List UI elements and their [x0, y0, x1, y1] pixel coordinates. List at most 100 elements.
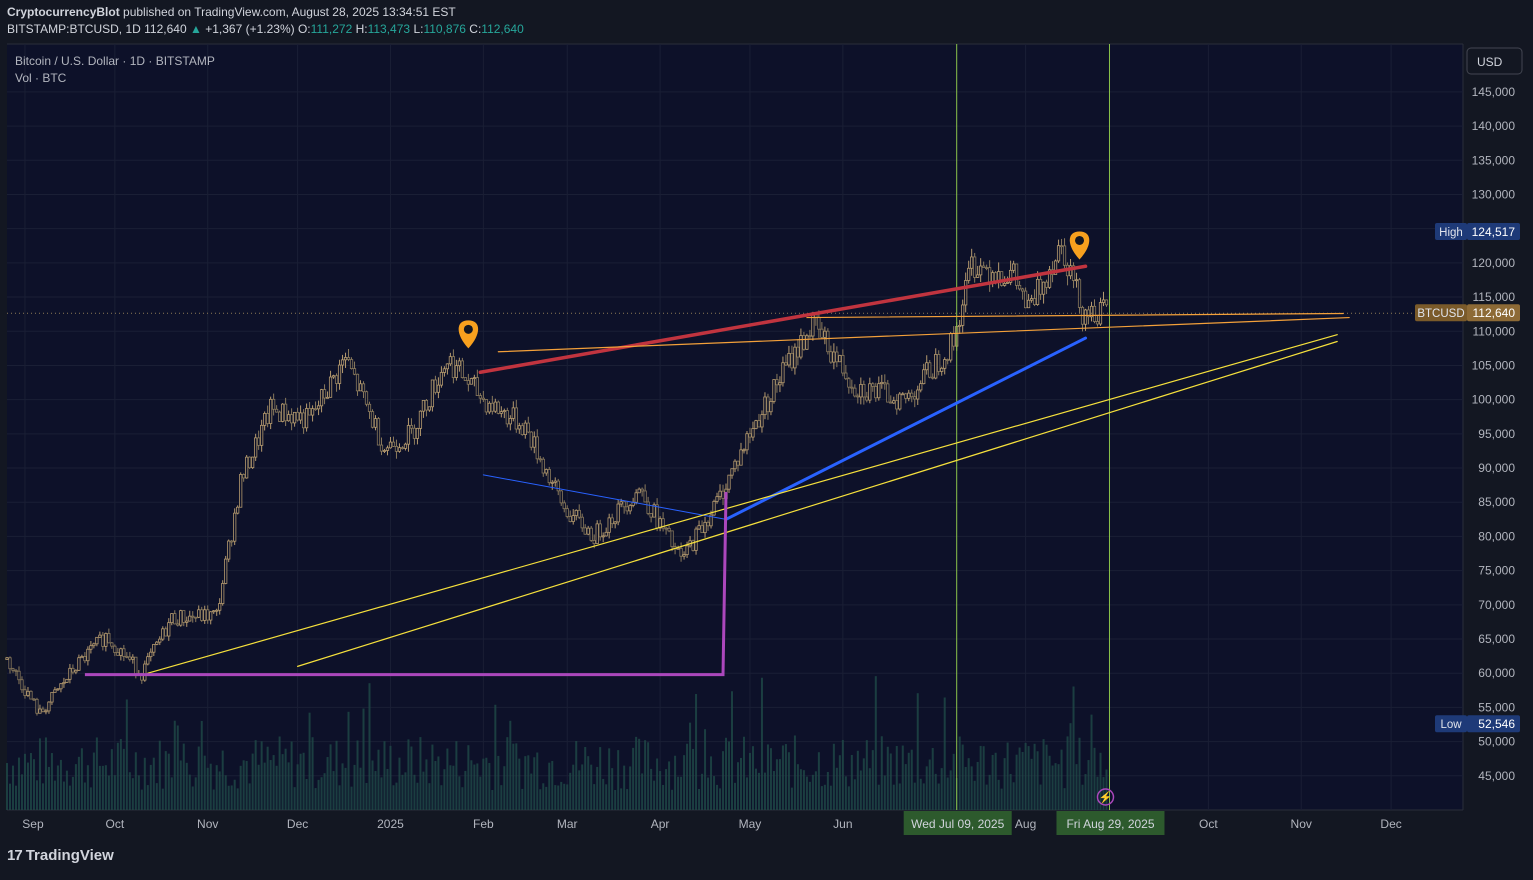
volume-bar — [281, 754, 284, 810]
candle-body — [610, 517, 614, 525]
candle-body — [388, 441, 393, 449]
volume-bar — [542, 783, 545, 810]
candle-body — [35, 698, 39, 714]
volume-bar — [874, 676, 877, 810]
volume-bar — [1063, 788, 1066, 810]
candle-body — [185, 620, 189, 623]
candle-body — [1062, 245, 1067, 266]
candle-body — [152, 644, 156, 653]
candle-body — [170, 613, 174, 624]
candle-body — [355, 373, 360, 392]
volume-bar — [557, 785, 560, 810]
candle-body — [32, 698, 36, 701]
candle-body — [625, 506, 629, 512]
volume-bar — [847, 786, 850, 810]
volume-bar — [395, 782, 398, 810]
candle-body — [331, 375, 336, 378]
volume-bar — [110, 749, 113, 810]
candle-body — [5, 657, 9, 660]
volume-bar — [131, 778, 134, 810]
candle-body — [976, 274, 980, 278]
candle-body — [116, 652, 120, 656]
volume-bar — [659, 771, 662, 810]
price-tick-label: 105,000 — [1472, 358, 1516, 372]
candle-body — [853, 387, 857, 397]
candle-body — [982, 265, 986, 268]
candle-body — [898, 393, 902, 410]
candle-body — [850, 386, 854, 389]
volume-bar — [784, 744, 787, 810]
volume-bar — [497, 755, 500, 810]
volume-bar — [832, 743, 835, 810]
volume-bar — [257, 764, 260, 810]
volume-bar — [1090, 714, 1093, 810]
candle-body — [487, 402, 491, 413]
volume-bar — [1081, 784, 1084, 810]
candle-body — [481, 397, 485, 400]
volume-bar — [446, 748, 449, 810]
volume-bar — [766, 744, 769, 810]
candle-body — [913, 396, 917, 400]
volume-bar — [826, 771, 829, 810]
candle-body — [739, 449, 743, 466]
time-tick-label: Feb — [473, 817, 494, 831]
candle-body — [781, 362, 785, 384]
volume-bar — [790, 787, 793, 810]
volume-bar — [335, 740, 338, 810]
candle-body — [550, 481, 554, 484]
volume-bar — [1054, 763, 1057, 810]
volume-bar — [374, 771, 377, 810]
tradingview-brand[interactable]: 17 TradingView — [7, 847, 114, 864]
volume-bar — [853, 779, 856, 810]
volume-bar — [11, 765, 14, 810]
price-tick-label: 85,000 — [1478, 495, 1515, 509]
date-tag-label: Wed Jul 09, 2025 — [911, 817, 1005, 831]
candle-body — [961, 304, 965, 326]
candle-body — [134, 656, 138, 675]
volume-bar — [185, 762, 188, 810]
volume-bar — [698, 789, 701, 810]
candle-body — [799, 335, 803, 358]
candle-body — [721, 490, 725, 499]
time-tick-label: 2025 — [377, 817, 404, 831]
price-tick-label: 80,000 — [1478, 529, 1515, 543]
volume-bar — [179, 760, 182, 810]
volume-bar — [47, 766, 50, 810]
volume-bar — [1066, 736, 1069, 810]
volume-bar — [269, 760, 272, 810]
candle-body — [940, 367, 944, 372]
volume-bar — [188, 774, 191, 810]
candle-body — [901, 393, 905, 396]
volume-bar — [683, 755, 686, 810]
candle-body — [421, 399, 426, 412]
volume-bar — [251, 753, 254, 810]
price-tag-value: 112,640 — [1473, 306, 1516, 320]
volume-bar — [155, 783, 158, 810]
chart-area[interactable]: ⚡145,000140,000135,000130,000125,000120,… — [0, 0, 1533, 875]
candle-body — [298, 412, 303, 421]
low-label: L: — [413, 22, 424, 36]
volume-bar — [290, 741, 293, 810]
volume-bar — [892, 784, 895, 810]
candle-body — [907, 392, 911, 399]
publisher-name[interactable]: CryptocurrencyBlot — [7, 5, 120, 19]
volume-bar — [736, 762, 739, 810]
candle-body — [242, 474, 246, 479]
candle-body — [224, 558, 228, 584]
volume-bar — [769, 748, 772, 810]
volume-bar — [23, 753, 26, 810]
candle-body — [188, 615, 192, 622]
volume-bar — [197, 746, 200, 810]
volume-bar — [194, 777, 197, 810]
volume-bar — [1009, 773, 1012, 810]
candle-body — [269, 398, 273, 424]
candle-body — [1044, 281, 1049, 288]
price-tick-label: 95,000 — [1478, 427, 1515, 441]
candle-body — [613, 521, 617, 525]
candle-body — [409, 425, 414, 429]
candle-body — [1041, 281, 1046, 295]
price-chart[interactable]: ⚡145,000140,000135,000130,000125,000120,… — [0, 0, 1533, 875]
volume-bar — [949, 770, 952, 810]
candle-body — [856, 395, 860, 398]
volume-bar — [856, 750, 859, 810]
